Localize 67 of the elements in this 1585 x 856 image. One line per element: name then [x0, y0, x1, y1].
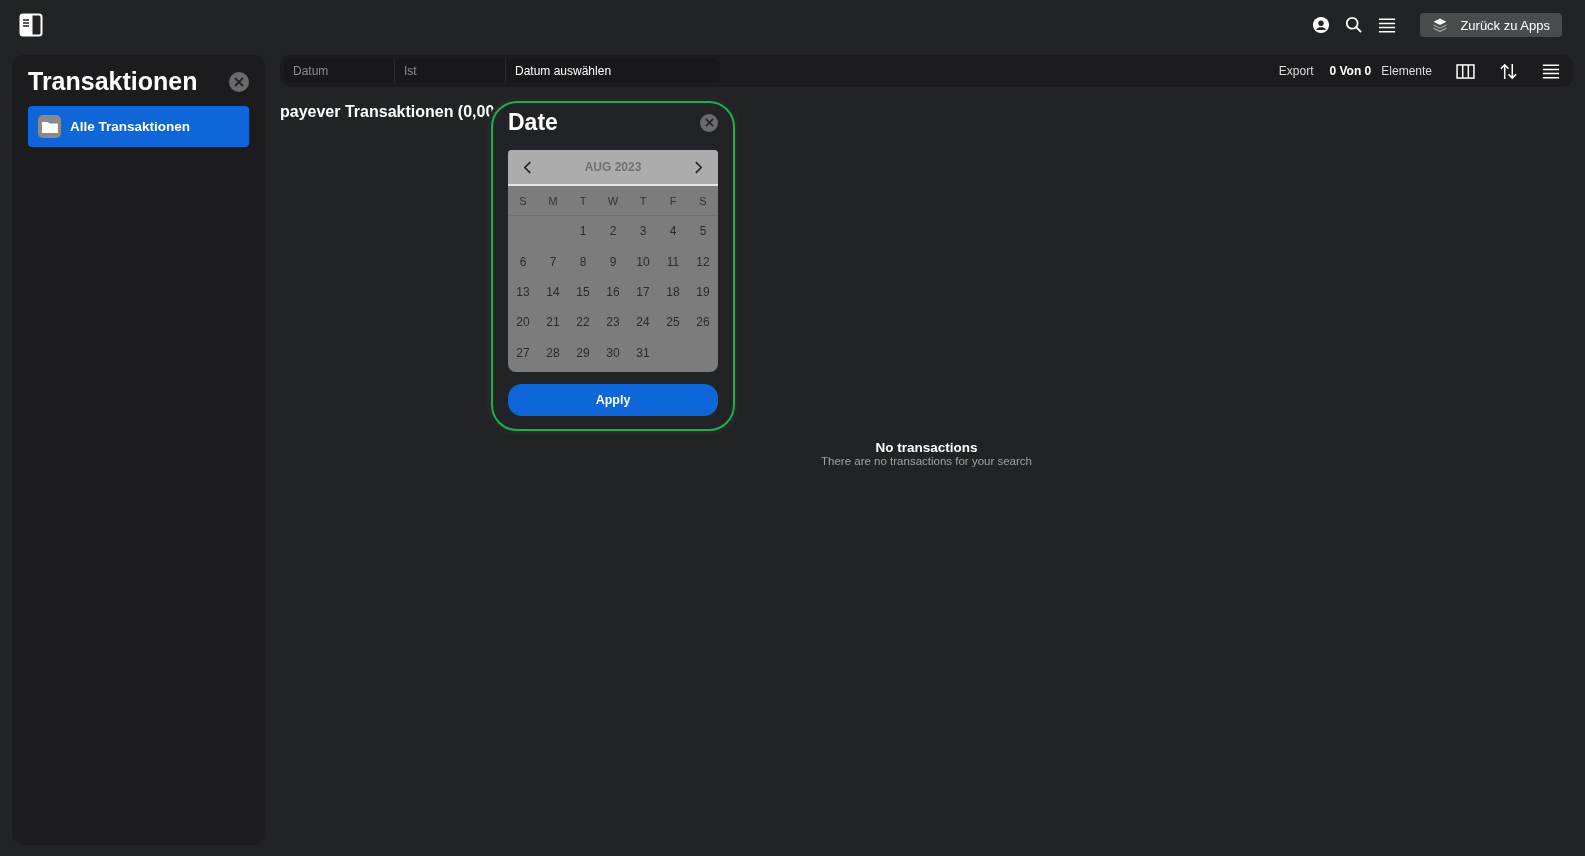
calendar-day[interactable]: 2	[598, 216, 628, 247]
calendar-day[interactable]: 4	[658, 216, 688, 247]
calendar-day[interactable]: 21	[538, 307, 568, 338]
weekday-label: S	[508, 186, 538, 216]
weekday-label: F	[658, 186, 688, 216]
calendar-day[interactable]: 26	[688, 307, 718, 338]
close-button[interactable]	[229, 71, 249, 92]
item-count: 0 Von 0	[1329, 64, 1372, 78]
calendar-day[interactable]: 1	[568, 216, 598, 247]
sidebar-item[interactable]: Alle Transaktionen	[28, 106, 249, 147]
calendar-day[interactable]: 31	[628, 337, 658, 368]
empty-message: There are no transactions for your search	[820, 455, 1033, 467]
weekday-label: M	[538, 186, 568, 216]
calendar-day[interactable]: 9	[598, 246, 628, 277]
list-icon[interactable]	[1542, 63, 1560, 79]
calendar-day[interactable]: 15	[568, 276, 598, 308]
calendar-day[interactable]: 13	[508, 276, 538, 308]
export-link[interactable]: Export	[1278, 64, 1314, 78]
calendar-day[interactable]: 10	[628, 246, 658, 277]
calendar-day[interactable]: 28	[538, 337, 568, 368]
weekday-label: W	[598, 186, 628, 216]
calendar-day[interactable]: 27	[508, 337, 538, 368]
columns-icon[interactable]	[1456, 63, 1475, 79]
filter-operator[interactable]: Ist	[395, 59, 506, 83]
calendar-day[interactable]: 19	[688, 276, 718, 308]
calendar-day[interactable]: 8	[568, 246, 598, 277]
calendar-day[interactable]: 22	[568, 307, 598, 338]
calendar-day[interactable]: 29	[568, 337, 598, 368]
weekday-label: S	[688, 186, 718, 216]
sort-icon[interactable]	[1499, 62, 1518, 80]
count-label: Elemente	[1381, 64, 1432, 78]
calendar-day[interactable]: 3	[628, 216, 658, 247]
dialog-title: Date	[508, 109, 558, 136]
weekday-label: T	[568, 186, 598, 216]
month-label: AUG 2023	[584, 160, 642, 174]
close-button[interactable]	[700, 113, 718, 132]
filter-field[interactable]: Datum	[284, 59, 395, 83]
search-icon[interactable]	[1345, 16, 1364, 34]
menu-icon[interactable]	[1378, 17, 1397, 33]
weekday-label: T	[628, 186, 658, 216]
account-icon[interactable]	[1312, 16, 1331, 34]
calendar-day[interactable]: 7	[538, 246, 568, 277]
calendar-day[interactable]: 11	[658, 246, 688, 277]
calendar-day[interactable]: 23	[598, 307, 628, 338]
close-icon	[704, 118, 714, 127]
calendar-day[interactable]: 5	[688, 216, 718, 247]
calendar-day[interactable]: 12	[688, 246, 718, 277]
calendar-day[interactable]: 25	[658, 307, 688, 338]
calendar-day[interactable]: 30	[598, 337, 628, 368]
close-icon	[234, 76, 244, 87]
calendar-day[interactable]: 14	[538, 276, 568, 308]
calendar-day[interactable]: 24	[628, 307, 658, 338]
apply-button[interactable]: Apply	[508, 383, 718, 416]
folder-icon	[38, 115, 61, 138]
date-input-field[interactable]: Datum auswählen	[506, 59, 621, 83]
next-month-icon[interactable]	[694, 160, 703, 174]
calendar-day[interactable]: 17	[628, 276, 658, 308]
calendar-day[interactable]: 6	[508, 246, 538, 277]
back-to-apps-button[interactable]: Zurück zu Apps	[1420, 13, 1562, 37]
calendar-day[interactable]: 16	[598, 276, 628, 308]
calendar-day[interactable]: 20	[508, 307, 538, 338]
sidebar-title: Transaktionen	[28, 67, 198, 96]
empty-title: No transactions	[874, 440, 979, 455]
previous-month-icon[interactable]	[523, 160, 532, 174]
layers-icon	[1432, 17, 1449, 33]
calendar-day[interactable]: 18	[658, 276, 688, 308]
sidebar-toggle-icon[interactable]	[19, 13, 43, 37]
